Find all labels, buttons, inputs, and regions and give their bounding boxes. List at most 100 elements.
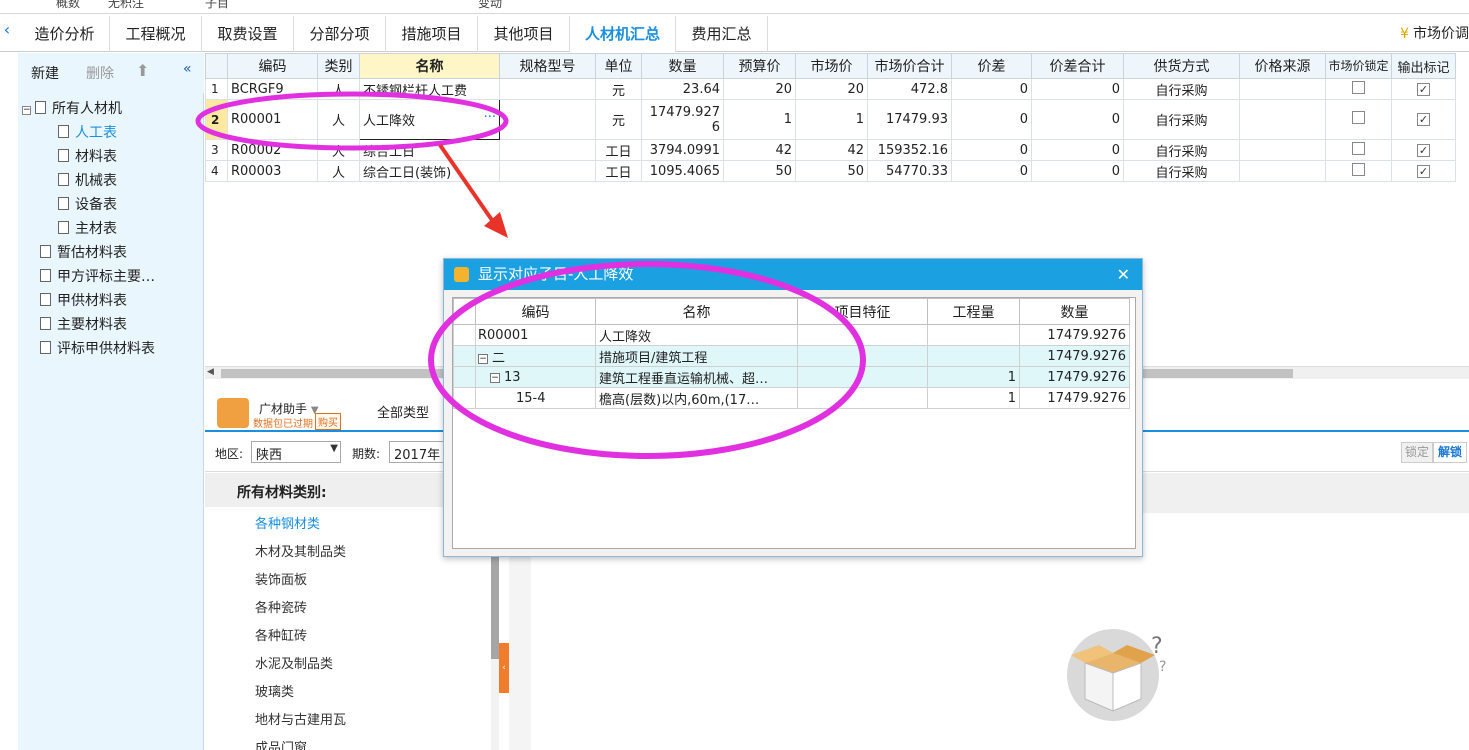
- cell-market-total[interactable]: 472.8: [867, 78, 952, 100]
- cell-budget[interactable]: 50: [723, 160, 796, 182]
- cell-name[interactable]: 综合工日(装饰): [359, 160, 500, 182]
- ellipsis-button[interactable]: ···: [484, 110, 496, 125]
- cell-type[interactable]: 人: [317, 99, 360, 140]
- collapse-toggle-icon[interactable]: −: [478, 353, 488, 364]
- cell-qty[interactable]: 3794.0991: [641, 139, 724, 161]
- grid-header[interactable]: 价格来源: [1239, 53, 1326, 79]
- cell-market[interactable]: 20: [795, 78, 868, 100]
- dialog-cell-qty[interactable]: 17479.9276: [1019, 387, 1130, 409]
- all-types-tab[interactable]: 全部类型: [377, 402, 429, 421]
- category-item[interactable]: 玻璃类: [255, 681, 294, 700]
- cell-diff-total[interactable]: 0: [1031, 160, 1124, 182]
- cell-source[interactable]: [1239, 99, 1326, 140]
- grid-header[interactable]: 价差: [951, 53, 1032, 79]
- tree-item-material[interactable]: 材料表: [58, 146, 117, 166]
- cell-diff-total[interactable]: 0: [1031, 78, 1124, 100]
- cell-type[interactable]: 人: [317, 78, 360, 100]
- cell-diff[interactable]: 0: [951, 78, 1032, 100]
- collapse-panel-icon[interactable]: «: [183, 61, 192, 77]
- new-button[interactable]: 新建: [31, 63, 59, 83]
- delete-button[interactable]: 删除: [86, 63, 114, 83]
- cell-qty[interactable]: 17479.927 6: [641, 99, 724, 140]
- dialog-cell-name[interactable]: 措施项目/建筑工程: [595, 345, 798, 367]
- scroll-left-icon[interactable]: ◀: [207, 367, 214, 377]
- collapse-left-icon[interactable]: ‹: [0, 20, 14, 39]
- cell-n[interactable]: 4: [205, 160, 228, 182]
- dialog-cell-amount[interactable]: 1: [927, 387, 1020, 409]
- dialog-header[interactable]: 编码: [475, 298, 596, 325]
- cell-unit[interactable]: 工日: [595, 160, 642, 182]
- tree-item-owner-eval[interactable]: 甲方评标主要…: [40, 266, 155, 286]
- output-checkbox[interactable]: ✓: [1417, 113, 1430, 126]
- cell-spec[interactable]: [499, 139, 596, 161]
- dialog-row[interactable]: − 二措施项目/建筑工程 17479.9276: [453, 345, 1130, 367]
- buy-button[interactable]: 购买: [315, 413, 341, 430]
- dialog-cell-name[interactable]: 人工降效: [595, 324, 798, 346]
- cell-source[interactable]: [1239, 160, 1326, 182]
- move-up-icon[interactable]: ⬆: [136, 61, 149, 80]
- dialog-cell-feature[interactable]: [797, 345, 928, 367]
- cell-n[interactable]: 1: [205, 78, 228, 100]
- tab-fee-settings[interactable]: 取费设置: [202, 16, 294, 52]
- collapse-toggle-icon[interactable]: −: [22, 106, 31, 115]
- dialog-cell-feature[interactable]: [797, 366, 928, 388]
- tree-item-eval-owner-supplied[interactable]: 评标甲供材料表: [40, 338, 155, 358]
- cell-name[interactable]: 综合工日: [359, 139, 500, 161]
- dialog-cell-code[interactable]: 15-4: [475, 387, 596, 409]
- dialog-cell-code[interactable]: − 二: [475, 345, 596, 367]
- grid-header[interactable]: 单位: [595, 53, 642, 79]
- cell-budget[interactable]: 20: [723, 78, 796, 100]
- cell-budget[interactable]: 1: [723, 99, 796, 140]
- category-item[interactable]: 木材及其制品类: [255, 541, 346, 560]
- cell-name[interactable]: 人工降效 ···: [359, 99, 500, 140]
- category-item[interactable]: 装饰面板: [255, 569, 307, 588]
- lock-checkbox[interactable]: [1352, 162, 1365, 176]
- dialog-cell-name[interactable]: 檐高(层数)以内,60m,(17…: [595, 387, 798, 409]
- cell-name[interactable]: 不锈钢栏杆人工费: [359, 78, 500, 100]
- lock-checkbox[interactable]: [1352, 141, 1365, 155]
- table-row[interactable]: 2 R00001 人 人工降效 ··· 元 17479.927 6 1 1 17479.93 0 0 自…: [205, 99, 1456, 140]
- tree-item-machinery[interactable]: 机械表: [58, 170, 117, 190]
- category-item[interactable]: 水泥及制品类: [255, 653, 333, 672]
- cell-diff-total[interactable]: 0: [1031, 139, 1124, 161]
- cell-unit[interactable]: 元: [595, 99, 642, 140]
- grid-header[interactable]: 供货方式: [1123, 53, 1240, 79]
- tree-item-main-material[interactable]: 主材表: [58, 218, 117, 238]
- cell-source[interactable]: [1239, 78, 1326, 100]
- output-checkbox[interactable]: ✓: [1417, 143, 1430, 157]
- cell-diff[interactable]: 0: [951, 139, 1032, 161]
- cell-market-total[interactable]: 159352.16: [867, 139, 952, 161]
- lock-checkbox[interactable]: [1352, 111, 1365, 124]
- tab-other-items[interactable]: 其他项目: [478, 16, 570, 52]
- tab-cost-analysis[interactable]: 造价分析: [20, 16, 110, 52]
- category-item[interactable]: 各种缸砖: [255, 625, 307, 644]
- grid-header[interactable]: 编码: [227, 53, 318, 79]
- market-price-adjust-button[interactable]: ¥ 市场价调: [1396, 16, 1469, 52]
- cell-supply[interactable]: 自行采购: [1123, 78, 1240, 100]
- tree-item-main-materials[interactable]: 主要材料表: [40, 314, 127, 334]
- dialog-cell-qty[interactable]: 17479.9276: [1019, 324, 1130, 346]
- region-select[interactable]: 陕西 ▼: [251, 441, 341, 463]
- grid-header[interactable]: 价差合计: [1031, 53, 1124, 79]
- tab-project-overview[interactable]: 工程概况: [110, 16, 202, 52]
- cell-unit[interactable]: 元: [595, 78, 642, 100]
- cell-qty[interactable]: 23.64: [641, 78, 724, 100]
- tab-labor-material-summary[interactable]: 人材机汇总: [570, 16, 676, 52]
- cell-market-total[interactable]: 17479.93: [867, 99, 952, 140]
- table-row[interactable]: 4 R00003 人 综合工日(装饰) 工日 1095.4065 50 50 54770.33 0…: [205, 160, 1456, 182]
- dialog-header[interactable]: 项目特征: [797, 298, 928, 325]
- tree-item-all[interactable]: − 所有人材机: [22, 98, 122, 118]
- dialog-cell-code[interactable]: −13: [475, 366, 596, 388]
- cell-unit[interactable]: 工日: [595, 139, 642, 161]
- grid-header[interactable]: 预算价: [723, 53, 796, 79]
- dialog-cell-amount[interactable]: [927, 324, 1020, 346]
- grid-header[interactable]: [205, 53, 228, 79]
- cell-spec[interactable]: [499, 99, 596, 140]
- tab-sub-items[interactable]: 分部分项: [294, 16, 386, 52]
- dialog-cell-qty[interactable]: 17479.9276: [1019, 366, 1130, 388]
- dialog-cell-feature[interactable]: [797, 324, 928, 346]
- cell-supply[interactable]: 自行采购: [1123, 160, 1240, 182]
- cell-spec[interactable]: [499, 160, 596, 182]
- grid-header[interactable]: 输出标记: [1391, 53, 1456, 79]
- cell-supply[interactable]: 自行采购: [1123, 139, 1240, 161]
